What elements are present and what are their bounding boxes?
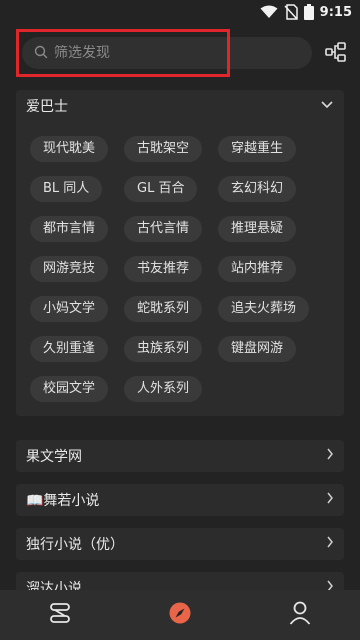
chevron-right-icon [326,492,334,508]
compass-icon [168,601,192,629]
source-row[interactable]: 📖舞若小说 [16,484,344,516]
no-sim-icon [284,4,298,20]
tag-chip[interactable]: 现代耽美 [30,136,109,162]
tag-chip[interactable]: 都市言情 [30,216,109,242]
status-time: 9:15 [319,4,352,20]
status-bar: 9:15 [0,0,360,24]
bookshelf-icon [48,602,72,628]
tag-chip[interactable]: 键盘网游 [218,336,297,362]
nav-discover[interactable] [150,590,210,640]
group-toggle-button[interactable] [322,40,350,68]
search-row [0,28,360,78]
tag-chip[interactable]: 小妈文学 [30,296,109,322]
tag-chip[interactable]: 校园文学 [30,376,109,402]
source-group-header[interactable]: 爱巴士 [16,90,344,122]
screen: 9:15 筛选发现 爱巴士 现代耽美 古耽架空 穿越重生 BL 同人 GL 百合… [0,0,360,640]
tag-chip[interactable]: 人外系列 [124,376,203,402]
source-group-card: 爱巴士 现代耽美 古耽架空 穿越重生 BL 同人 GL 百合 玄幻科幻 都市言情… [16,90,344,416]
tag-chip[interactable]: 蛇耽系列 [124,296,203,322]
person-icon [289,601,311,629]
chevron-right-icon [326,536,334,552]
tag-chip[interactable]: 玄幻科幻 [218,176,297,202]
bottom-nav [0,590,360,640]
tag-chip[interactable]: 书友推荐 [124,256,203,282]
chevron-down-icon [320,98,334,114]
source-row-label: 果文学网 [26,449,82,465]
tag-grid: 现代耽美 古耽架空 穿越重生 BL 同人 GL 百合 玄幻科幻 都市言情 古代言… [16,122,344,416]
tree-structure-icon [325,42,347,66]
discover-list: 爱巴士 现代耽美 古耽架空 穿越重生 BL 同人 GL 百合 玄幻科幻 都市言情… [16,90,344,604]
search-box[interactable] [22,37,312,69]
chevron-right-icon [326,448,334,464]
tag-chip[interactable]: GL 百合 [124,176,198,202]
source-row[interactable]: 独行小说（优） [16,528,344,560]
nav-bookshelf[interactable] [30,590,90,640]
source-group-title: 爱巴士 [26,99,68,115]
nav-profile[interactable] [270,590,330,640]
tag-chip[interactable]: 站内推荐 [218,256,297,282]
tag-chip[interactable]: 久别重逢 [30,336,109,362]
source-row-label: 📖舞若小说 [26,493,100,509]
wifi-icon [260,5,278,19]
tag-chip[interactable]: 穿越重生 [218,136,297,162]
search-icon [34,44,48,63]
tag-chip[interactable]: 网游竞技 [30,256,109,282]
search-input[interactable] [54,45,284,61]
tag-chip[interactable]: 追夫火葬场 [218,296,310,322]
source-row[interactable]: 果文学网 [16,440,344,472]
tag-chip[interactable]: BL 同人 [30,176,103,202]
tag-chip[interactable]: 推理悬疑 [218,216,297,242]
tag-chip[interactable]: 古耽架空 [124,136,203,162]
tag-chip[interactable]: 古代言情 [124,216,203,242]
tag-chip[interactable]: 虫族系列 [124,336,203,362]
source-row-label: 独行小说（优） [26,537,124,553]
battery-icon [303,4,314,20]
